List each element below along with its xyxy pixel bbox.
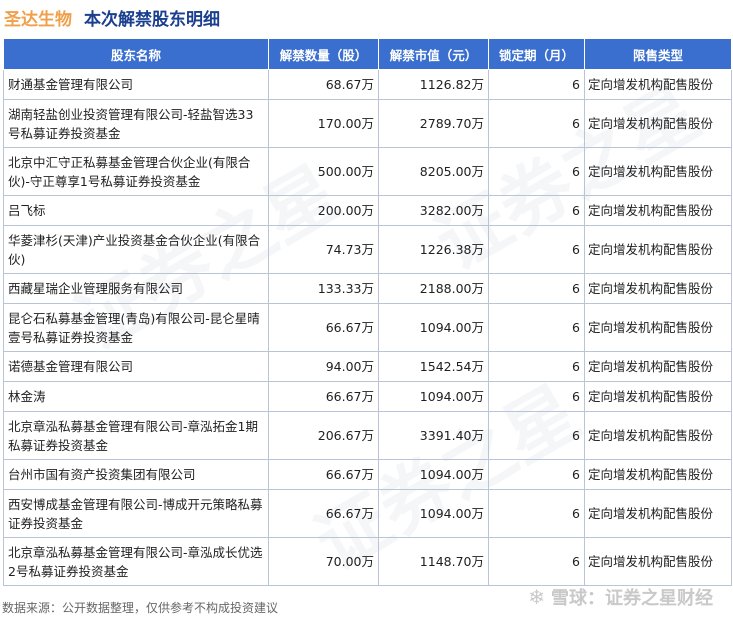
value-cell: 2188.00万 bbox=[378, 273, 489, 304]
lock-period-cell: 6 bbox=[488, 225, 585, 274]
holder-name-cell: 湖南轻盐创业投资管理有限公司-轻盐智选33号私募证券投资基金 bbox=[3, 99, 269, 148]
holder-name-cell: 西安博成基金管理有限公司-博成开元策略私募证券投资基金 bbox=[3, 489, 269, 538]
table-row: 昆仑石私募基金管理(青岛)有限公司-昆仑星晴壹号私募证券投资基金 66.67万 … bbox=[3, 303, 732, 352]
lock-period-cell: 6 bbox=[488, 69, 585, 100]
holder-name-cell: 昆仑石私募基金管理(青岛)有限公司-昆仑星晴壹号私募证券投资基金 bbox=[3, 303, 269, 352]
value-cell: 8205.00万 bbox=[378, 147, 489, 196]
restriction-type-cell: 定向增发机构配售股份 bbox=[584, 69, 732, 100]
table-row: 北京章泓私募基金管理有限公司-章泓成长优选2号私募证券投资基金 70.00万 1… bbox=[3, 537, 732, 586]
holder-name-cell: 北京中汇守正私募基金管理合伙企业(有限合伙)-守正尊享1号私募证券投资基金 bbox=[3, 147, 269, 196]
value-cell: 1094.00万 bbox=[378, 303, 489, 352]
restriction-type-cell: 定向增发机构配售股份 bbox=[584, 99, 732, 148]
shares-cell: 66.67万 bbox=[268, 459, 379, 490]
shares-cell: 94.00万 bbox=[268, 351, 379, 382]
holder-name-cell: 财通基金管理有限公司 bbox=[3, 69, 269, 100]
table-row: 西藏星瑞企业管理服务有限公司 133.33万 2188.00万 6 定向增发机构… bbox=[3, 273, 732, 304]
unlock-holders-table: 股东名称 解禁数量（股） 解禁市值（元） 锁定期（月） 限售类型 财通基金管理有… bbox=[3, 38, 732, 586]
lock-period-cell: 6 bbox=[488, 303, 585, 352]
restriction-type-cell: 定向增发机构配售股份 bbox=[584, 459, 732, 490]
holder-name-cell: 西藏星瑞企业管理服务有限公司 bbox=[3, 273, 269, 304]
table-row: 吕飞标 200.00万 3282.00万 6 定向增发机构配售股份 bbox=[3, 195, 732, 226]
table-row: 台州市国有资产投资集团有限公司 66.67万 1094.00万 6 定向增发机构… bbox=[3, 459, 732, 490]
column-header-value: 解禁市值（元） bbox=[378, 38, 489, 70]
lock-period-cell: 6 bbox=[488, 195, 585, 226]
shares-cell: 66.67万 bbox=[268, 381, 379, 412]
lock-period-cell: 6 bbox=[488, 147, 585, 196]
holder-name-cell: 华菱津杉(天津)产业投资基金合伙企业(有限合伙) bbox=[3, 225, 269, 274]
lock-period-cell: 6 bbox=[488, 381, 585, 412]
table-row: 诺德基金管理有限公司 94.00万 1542.54万 6 定向增发机构配售股份 bbox=[3, 351, 732, 382]
shares-cell: 500.00万 bbox=[268, 147, 379, 196]
table-row: 财通基金管理有限公司 68.67万 1126.82万 6 定向增发机构配售股份 bbox=[3, 69, 732, 100]
shares-cell: 200.00万 bbox=[268, 195, 379, 226]
column-header-holder: 股东名称 bbox=[3, 38, 269, 70]
restriction-type-cell: 定向增发机构配售股份 bbox=[584, 489, 732, 538]
brand-text: 雪球：证券之星财经 bbox=[551, 588, 713, 609]
holder-name-cell: 诺德基金管理有限公司 bbox=[3, 351, 269, 382]
value-cell: 1148.70万 bbox=[378, 537, 489, 586]
shares-cell: 74.73万 bbox=[268, 225, 379, 274]
value-cell: 1094.00万 bbox=[378, 459, 489, 490]
table-row: 林金涛 66.67万 1094.00万 6 定向增发机构配售股份 bbox=[3, 381, 732, 412]
shares-cell: 133.33万 bbox=[268, 273, 379, 304]
restriction-type-cell: 定向增发机构配售股份 bbox=[584, 411, 732, 460]
title-bar: 圣达生物 本次解禁股东明细 bbox=[4, 2, 220, 32]
value-cell: 3391.40万 bbox=[378, 411, 489, 460]
holder-name-cell: 北京章泓私募基金管理有限公司-章泓拓金1期私募证券投资基金 bbox=[3, 411, 269, 460]
value-cell: 1542.54万 bbox=[378, 351, 489, 382]
value-cell: 1226.38万 bbox=[378, 225, 489, 274]
lock-period-cell: 6 bbox=[488, 351, 585, 382]
holder-name-cell: 北京章泓私募基金管理有限公司-章泓成长优选2号私募证券投资基金 bbox=[3, 537, 269, 586]
lock-period-cell: 6 bbox=[488, 459, 585, 490]
lock-period-cell: 6 bbox=[488, 273, 585, 304]
column-header-restriction-type: 限售类型 bbox=[584, 38, 732, 70]
restriction-type-cell: 定向增发机构配售股份 bbox=[584, 537, 732, 586]
shares-cell: 170.00万 bbox=[268, 99, 379, 148]
table-header-row: 股东名称 解禁数量（股） 解禁市值（元） 锁定期（月） 限售类型 bbox=[3, 38, 732, 70]
shares-cell: 66.67万 bbox=[268, 303, 379, 352]
restriction-type-cell: 定向增发机构配售股份 bbox=[584, 303, 732, 352]
restriction-type-cell: 定向增发机构配售股份 bbox=[584, 225, 732, 274]
lock-period-cell: 6 bbox=[488, 489, 585, 538]
value-cell: 1094.00万 bbox=[378, 489, 489, 538]
data-source-note: 数据来源：公开数据整理，仅供参考不构成投资建议 bbox=[2, 601, 279, 615]
lock-period-cell: 6 bbox=[488, 99, 585, 148]
stock-name: 圣达生物 bbox=[4, 9, 72, 30]
restriction-type-cell: 定向增发机构配售股份 bbox=[584, 351, 732, 382]
holder-name-cell: 林金涛 bbox=[3, 381, 269, 412]
page-title: 本次解禁股东明细 bbox=[84, 9, 220, 30]
table-row: 北京中汇守正私募基金管理合伙企业(有限合伙)-守正尊享1号私募证券投资基金 50… bbox=[3, 147, 732, 196]
holder-name-cell: 台州市国有资产投资集团有限公司 bbox=[3, 459, 269, 490]
restriction-type-cell: 定向增发机构配售股份 bbox=[584, 195, 732, 226]
shares-cell: 206.67万 bbox=[268, 411, 379, 460]
holder-name-cell: 吕飞标 bbox=[3, 195, 269, 226]
restriction-type-cell: 定向增发机构配售股份 bbox=[584, 381, 732, 412]
table-row: 湖南轻盐创业投资管理有限公司-轻盐智选33号私募证券投资基金 170.00万 2… bbox=[3, 99, 732, 148]
column-header-lock-period: 锁定期（月） bbox=[488, 38, 585, 70]
snowball-icon: ❄ bbox=[528, 585, 545, 609]
value-cell: 1126.82万 bbox=[378, 69, 489, 100]
lock-period-cell: 6 bbox=[488, 537, 585, 586]
shares-cell: 68.67万 bbox=[268, 69, 379, 100]
column-header-shares: 解禁数量（股） bbox=[268, 38, 379, 70]
restriction-type-cell: 定向增发机构配售股份 bbox=[584, 273, 732, 304]
brand-watermark: ❄ 雪球：证券之星财经 bbox=[528, 584, 713, 610]
value-cell: 1094.00万 bbox=[378, 381, 489, 412]
table-row: 华菱津杉(天津)产业投资基金合伙企业(有限合伙) 74.73万 1226.38万… bbox=[3, 225, 732, 274]
table-row: 西安博成基金管理有限公司-博成开元策略私募证券投资基金 66.67万 1094.… bbox=[3, 489, 732, 538]
value-cell: 3282.00万 bbox=[378, 195, 489, 226]
shares-cell: 70.00万 bbox=[268, 537, 379, 586]
table-row: 北京章泓私募基金管理有限公司-章泓拓金1期私募证券投资基金 206.67万 33… bbox=[3, 411, 732, 460]
value-cell: 2789.70万 bbox=[378, 99, 489, 148]
lock-period-cell: 6 bbox=[488, 411, 585, 460]
restriction-type-cell: 定向增发机构配售股份 bbox=[584, 147, 732, 196]
shares-cell: 66.67万 bbox=[268, 489, 379, 538]
